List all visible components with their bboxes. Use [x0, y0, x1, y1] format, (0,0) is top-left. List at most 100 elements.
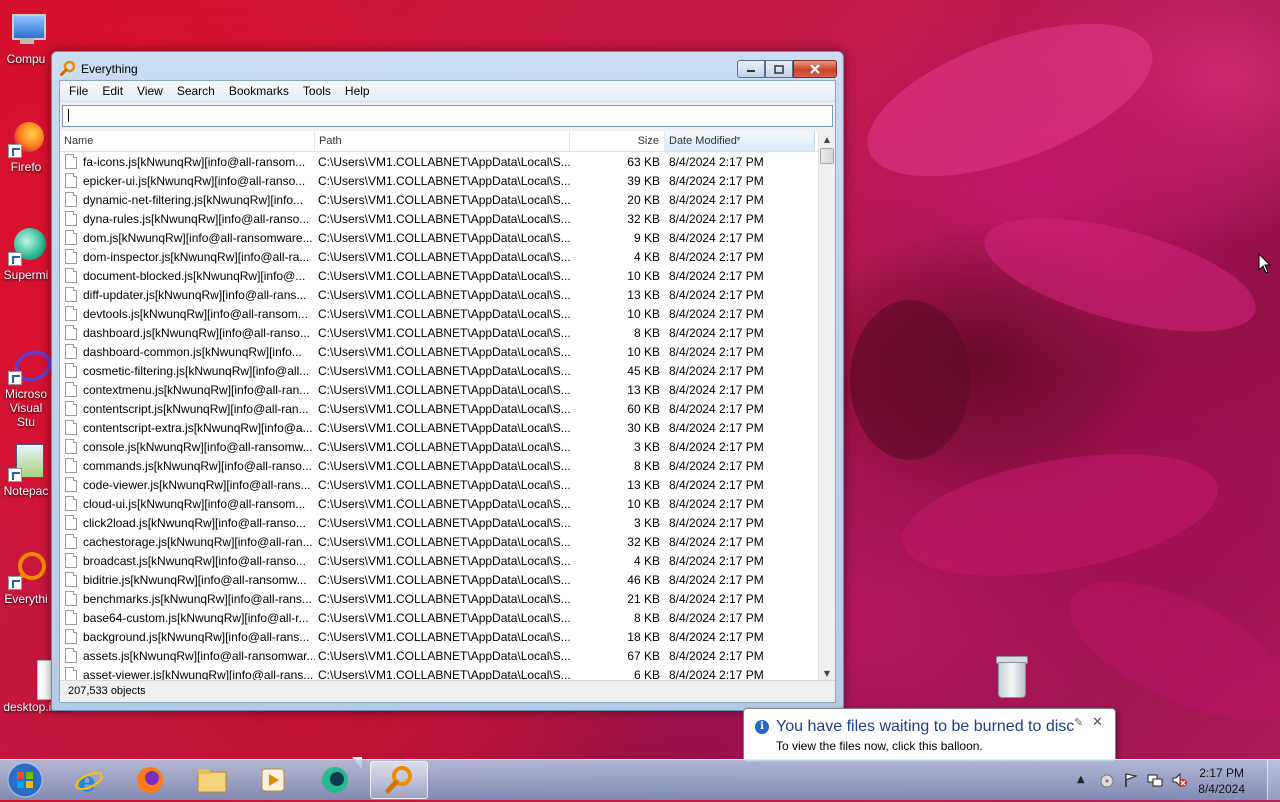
taskbar-media-player[interactable] — [244, 761, 302, 799]
table-row[interactable]: contentscript-extra.js[kNwunqRw][info@a.… — [60, 418, 819, 437]
taskbar-everything[interactable] — [370, 761, 428, 799]
table-row[interactable]: dom.js[kNwunqRw][info@all-ransomware... C… — [60, 228, 819, 247]
show-desktop-button[interactable] — [1267, 760, 1280, 800]
table-row[interactable]: dashboard-common.js[kNwunqRw][info... C:\… — [60, 342, 819, 361]
table-row[interactable]: cosmetic-filtering.js[kNwunqRw][info@all… — [60, 361, 819, 380]
table-row[interactable]: asset-viewer.js[kNwunqRw][info@all-rans.… — [60, 665, 819, 681]
file-icon — [65, 173, 77, 188]
table-row[interactable]: epicker-ui.js[kNwunqRw][info@all-ranso..… — [60, 171, 819, 190]
cell-date-modified: 8/4/2024 2:17 PM — [669, 306, 764, 321]
scroll-up-arrow-icon[interactable]: ▲ — [819, 131, 835, 147]
menu-edit[interactable]: Edit — [95, 84, 130, 98]
menu-bookmarks[interactable]: Bookmarks — [222, 84, 296, 98]
taskbar-internet-explorer[interactable]: e — [60, 761, 118, 799]
table-row[interactable]: contentscript.js[kNwunqRw][info@all-ran.… — [60, 399, 819, 418]
action-center-flag-icon[interactable] — [1123, 772, 1139, 788]
options-wrench-icon[interactable]: ✎ — [1074, 716, 1083, 729]
clock-time: 2:17 PM — [1199, 766, 1244, 780]
title-bar[interactable]: Everything — [52, 52, 843, 82]
network-icon[interactable] — [1147, 772, 1163, 788]
system-tray: ▲ 2:17 PM 8/4/2024 — [1065, 760, 1280, 800]
burn-disc-tray-icon[interactable] — [1099, 772, 1115, 788]
column-header-date-modified[interactable]: Date Modified ▼ — [665, 131, 815, 151]
cell-size: 4 KB — [633, 553, 660, 568]
scroll-down-arrow-icon[interactable]: ▼ — [819, 665, 835, 681]
cell-path: C:\Users\VM1.COLLABNET\AppData\Local\S..… — [318, 515, 570, 530]
burn-disc-notification[interactable]: i You have files waiting to be burned to… — [743, 708, 1116, 762]
maximize-button[interactable] — [765, 60, 793, 78]
everything-icon — [6, 550, 46, 590]
balloon-close-button[interactable]: ✕ — [1092, 714, 1103, 730]
table-row[interactable]: biditrie.js[kNwunqRw][info@all-ransomw..… — [60, 570, 819, 589]
desktop-icon-everything[interactable]: Everythi — [0, 550, 52, 606]
table-row[interactable]: fa-icons.js[kNwunqRw][info@all-ransom...… — [60, 152, 819, 171]
table-row[interactable]: code-viewer.js[kNwunqRw][info@all-rans..… — [60, 475, 819, 494]
file-icon — [65, 572, 77, 587]
cell-date-modified: 8/4/2024 2:17 PM — [669, 154, 764, 169]
taskbar-supermium[interactable] — [306, 761, 364, 799]
table-row[interactable]: dom-inspector.js[kNwunqRw][info@all-ra..… — [60, 247, 819, 266]
cell-date-modified: 8/4/2024 2:17 PM — [669, 382, 764, 397]
cell-date-modified: 8/4/2024 2:17 PM — [669, 515, 764, 530]
menu-file[interactable]: File — [62, 84, 95, 98]
close-button[interactable] — [793, 60, 837, 78]
table-row[interactable]: click2load.js[kNwunqRw][info@all-ranso..… — [60, 513, 819, 532]
table-row[interactable]: console.js[kNwunqRw][info@all-ransomw...… — [60, 437, 819, 456]
column-header-size[interactable]: Size — [570, 131, 665, 151]
file-icon — [65, 211, 77, 226]
table-row[interactable]: broadcast.js[kNwunqRw][info@all-ranso...… — [60, 551, 819, 570]
table-row[interactable]: benchmarks.js[kNwunqRw][info@all-rans...… — [60, 589, 819, 608]
file-name: epicker-ui.js[kNwunqRw][info@all-ranso..… — [83, 173, 306, 188]
table-row[interactable]: document-blocked.js[kNwunqRw][info@... C:… — [60, 266, 819, 285]
file-icon — [65, 325, 77, 340]
table-row[interactable]: cloud-ui.js[kNwunqRw][info@all-ransom...… — [60, 494, 819, 513]
desktop-icon-computer[interactable]: Compu — [0, 10, 52, 66]
menu-search[interactable]: Search — [170, 84, 222, 98]
file-icon — [65, 458, 77, 473]
menu-tools[interactable]: Tools — [296, 84, 338, 98]
table-row[interactable]: dynamic-net-filtering.js[kNwunqRw][info.… — [60, 190, 819, 209]
table-row[interactable]: dashboard.js[kNwunqRw][info@all-ranso...… — [60, 323, 819, 342]
media-player-icon — [261, 768, 285, 792]
cell-size: 3 KB — [633, 439, 660, 454]
scrollbar-thumb[interactable] — [820, 148, 834, 164]
desktop-icon-supermium[interactable]: Supermi — [0, 226, 52, 282]
table-row[interactable]: background.js[kNwunqRw][info@all-rans...… — [60, 627, 819, 646]
cell-size: 21 KB — [627, 591, 660, 606]
cell-date-modified: 8/4/2024 2:17 PM — [669, 534, 764, 549]
results-list[interactable]: Name Path Size Date Modified ▼ fa-icons.… — [60, 131, 835, 681]
table-row[interactable]: assets.js[kNwunqRw][info@all-ransomwar..… — [60, 646, 819, 665]
shortcut-arrow-icon — [8, 252, 22, 266]
column-header-name[interactable]: Name — [60, 131, 315, 151]
column-header-path[interactable]: Path — [315, 131, 570, 151]
notepad-icon — [6, 442, 46, 482]
table-row[interactable]: devtools.js[kNwunqRw][info@all-ransom...… — [60, 304, 819, 323]
desktop-icon-notepad[interactable]: Notepac — [0, 442, 52, 498]
taskbar-firefox[interactable] — [121, 761, 179, 799]
vertical-scrollbar[interactable]: ▲ ▼ — [818, 131, 835, 681]
clock[interactable]: 2:17 PM 8/4/2024 — [1198, 765, 1245, 797]
table-row[interactable]: commands.js[kNwunqRw][info@all-ranso... C… — [60, 456, 819, 475]
start-button[interactable] — [4, 761, 46, 799]
menu-help[interactable]: Help — [338, 84, 377, 98]
menu-view[interactable]: View — [130, 84, 170, 98]
file-name: broadcast.js[kNwunqRw][info@all-ranso... — [83, 553, 306, 568]
desktop-icon-firefox[interactable]: Firefo — [0, 118, 52, 174]
table-row[interactable]: cachestorage.js[kNwunqRw][info@all-ran..… — [60, 532, 819, 551]
shortcut-arrow-icon — [8, 144, 22, 158]
table-row[interactable]: dyna-rules.js[kNwunqRw][info@all-ranso..… — [60, 209, 819, 228]
table-row[interactable]: contextmenu.js[kNwunqRw][info@all-ran...… — [60, 380, 819, 399]
file-icon — [65, 287, 77, 302]
file-name: biditrie.js[kNwunqRw][info@all-ransomw..… — [83, 572, 307, 587]
taskbar-file-explorer[interactable] — [183, 761, 241, 799]
search-input[interactable] — [62, 105, 833, 127]
show-hidden-icons-icon[interactable]: ▲ — [1077, 774, 1093, 790]
table-row[interactable]: diff-updater.js[kNwunqRw][info@all-rans.… — [60, 285, 819, 304]
firefox-icon — [6, 118, 46, 158]
recycle-bin-icon[interactable] — [994, 654, 1028, 700]
desktop-icon-visual-studio[interactable]: Microso Visual Stu — [0, 345, 56, 429]
volume-muted-icon[interactable] — [1171, 772, 1187, 788]
minimize-button[interactable] — [737, 60, 765, 78]
table-row[interactable]: base64-custom.js[kNwunqRw][info@all-r...… — [60, 608, 819, 627]
cell-date-modified: 8/4/2024 2:17 PM — [669, 211, 764, 226]
